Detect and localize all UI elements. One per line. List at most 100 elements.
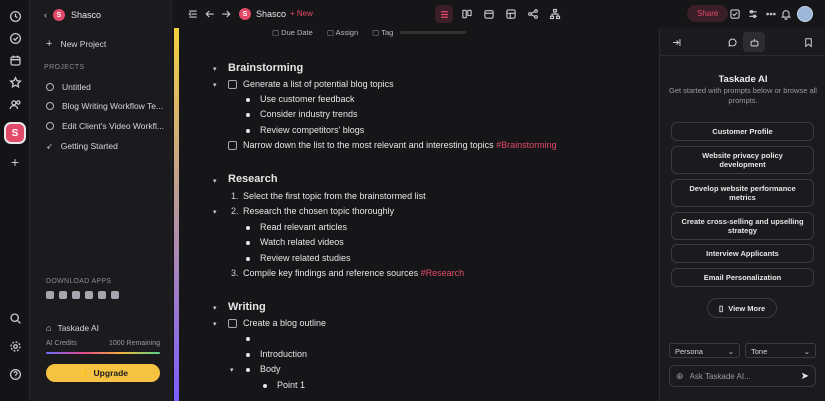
android-icon[interactable] bbox=[85, 291, 93, 299]
people-icon[interactable] bbox=[7, 96, 23, 112]
chat-icon[interactable] bbox=[724, 34, 740, 50]
help-icon[interactable] bbox=[7, 366, 23, 382]
ios-icon[interactable] bbox=[98, 291, 106, 299]
bullet-item[interactable] bbox=[246, 333, 260, 343]
task-checkbox[interactable] bbox=[228, 80, 237, 90]
project-item[interactable]: Untitled bbox=[46, 82, 170, 92]
more-icon[interactable] bbox=[764, 7, 778, 21]
page-title[interactable]: S Shasco bbox=[239, 8, 286, 20]
section-heading[interactable]: Brainstorming bbox=[228, 62, 303, 74]
collapse-caret-icon[interactable]: ▾ bbox=[213, 81, 217, 89]
collapse-caret-icon[interactable]: ▾ bbox=[213, 177, 217, 185]
upgrade-button[interactable]: ⚡ Upgrade bbox=[46, 364, 160, 382]
check-circle-icon[interactable] bbox=[7, 30, 23, 46]
collapse-caret-icon[interactable]: ▾ bbox=[213, 208, 217, 216]
numbered-item[interactable]: 3. Compile key findings and reference sou… bbox=[231, 268, 464, 278]
section-heading[interactable]: Writing bbox=[228, 301, 266, 313]
task-checkbox[interactable] bbox=[228, 141, 237, 151]
send-icon[interactable]: ➤ bbox=[801, 371, 809, 382]
collapse-caret-icon[interactable]: ▾ bbox=[213, 304, 217, 312]
checklist-icon[interactable] bbox=[728, 7, 742, 21]
bullet-item[interactable]: Read relevant articles bbox=[246, 222, 347, 232]
forward-arrow-icon[interactable] bbox=[219, 7, 233, 21]
calendar-icon[interactable] bbox=[7, 52, 23, 68]
hashtag[interactable]: #Research bbox=[421, 268, 465, 278]
persona-select[interactable]: Persona ⌄ bbox=[669, 343, 740, 358]
prompt-button[interactable]: Interview Applicants bbox=[671, 244, 814, 263]
calendar-view-icon[interactable] bbox=[482, 7, 496, 21]
prompt-button[interactable]: Create cross-selling and upselling strat… bbox=[671, 212, 814, 240]
task-checkbox[interactable] bbox=[228, 319, 237, 329]
collapse-caret-icon[interactable]: ▾ bbox=[230, 366, 234, 374]
workspace-switcher[interactable]: ‹ S Shasco bbox=[44, 9, 101, 21]
org-chart-view-icon[interactable] bbox=[548, 7, 562, 21]
windows-icon[interactable] bbox=[72, 291, 80, 299]
ai-agent-icon[interactable] bbox=[743, 32, 765, 52]
star-icon[interactable] bbox=[7, 74, 23, 90]
bell-icon[interactable] bbox=[779, 7, 793, 21]
view-more-button[interactable]: ▯ View More bbox=[707, 298, 777, 318]
bullet-item[interactable]: Review competitors' blogs bbox=[246, 125, 364, 135]
table-view-icon[interactable] bbox=[504, 7, 518, 21]
tag-button[interactable]: Tag bbox=[372, 28, 393, 37]
new-project-button[interactable]: + New Project bbox=[46, 38, 106, 50]
sliders-icon[interactable] bbox=[746, 7, 760, 21]
bullet-item[interactable]: Watch related videos bbox=[246, 237, 344, 247]
assign-button[interactable]: Assign bbox=[327, 28, 359, 37]
task-toolbar: Due Date Assign Tag bbox=[272, 28, 393, 37]
bookmark-icon[interactable] bbox=[800, 34, 816, 50]
bullet-item[interactable]: Consider industry trends bbox=[246, 109, 358, 119]
due-date-button[interactable]: Due Date bbox=[272, 28, 313, 37]
back-arrow-icon[interactable] bbox=[203, 7, 217, 21]
chevron-left-icon[interactable]: ‹ bbox=[44, 10, 47, 20]
mindmap-view-icon[interactable] bbox=[526, 7, 540, 21]
desktop-icon[interactable] bbox=[111, 291, 119, 299]
user-avatar[interactable] bbox=[797, 6, 813, 22]
workspace-avatar[interactable]: S bbox=[4, 122, 26, 144]
task-item[interactable]: Narrow down the list to the most relevan… bbox=[228, 140, 557, 151]
bullet-item[interactable]: Review related studies bbox=[246, 253, 351, 263]
prompt-button[interactable]: Email Personalization bbox=[671, 268, 814, 287]
project-item[interactable]: Blog Writing Workflow Te... bbox=[46, 101, 170, 111]
numbered-item[interactable]: 1. Select the first topic from the brains… bbox=[231, 191, 426, 201]
item-text: Compile key findings and reference sourc… bbox=[243, 268, 419, 278]
add-workspace-icon[interactable]: + bbox=[7, 154, 23, 170]
prompt-button[interactable]: Customer Profile bbox=[671, 122, 814, 141]
new-button[interactable]: + New bbox=[290, 9, 313, 18]
board-view-icon[interactable] bbox=[460, 7, 474, 21]
prompt-button[interactable]: Develop website performance metrics bbox=[671, 179, 814, 207]
chrome-icon[interactable] bbox=[59, 291, 67, 299]
close-panel-icon[interactable] bbox=[668, 34, 684, 50]
section-heading[interactable]: Research bbox=[228, 173, 278, 185]
tone-select[interactable]: Tone ⌄ bbox=[745, 343, 816, 358]
collapse-caret-icon[interactable]: ▾ bbox=[213, 320, 217, 328]
bullet-item[interactable]: Point 1 bbox=[263, 380, 305, 390]
project-item[interactable]: ➶ Getting Started bbox=[46, 141, 170, 151]
share-button[interactable]: Share bbox=[687, 5, 729, 22]
task-item[interactable]: Generate a list of potential blog topics bbox=[228, 79, 394, 90]
clock-icon[interactable] bbox=[7, 8, 23, 24]
search-icon[interactable] bbox=[7, 310, 23, 326]
bullet-item[interactable]: Use customer feedback bbox=[246, 94, 355, 104]
ask-ai-input[interactable] bbox=[689, 371, 790, 381]
bullet-item[interactable]: Introduction bbox=[246, 349, 307, 359]
download-apps-heading: DOWNLOAD APPS bbox=[46, 278, 112, 285]
bullet-dot bbox=[246, 128, 250, 133]
apple-icon[interactable] bbox=[46, 291, 54, 299]
hashtag[interactable]: #Brainstorming bbox=[496, 140, 557, 150]
prompt-button[interactable]: Website privacy policy development bbox=[671, 146, 814, 174]
plus-circle-icon[interactable]: ⊕ bbox=[676, 371, 684, 382]
bullet-item[interactable]: Body bbox=[246, 364, 281, 374]
task-item[interactable]: Create a blog outline bbox=[228, 318, 326, 329]
list-view-icon[interactable] bbox=[435, 5, 453, 23]
numbered-item[interactable]: 2. Research the chosen topic thoroughly bbox=[231, 206, 394, 216]
new-project-label: New Project bbox=[60, 39, 107, 49]
collapse-caret-icon[interactable]: ▾ bbox=[213, 65, 217, 73]
view-more-label: View More bbox=[728, 303, 766, 313]
workspace-badge: S bbox=[239, 8, 251, 20]
collapse-sidebar-icon[interactable] bbox=[186, 7, 200, 21]
project-item[interactable]: Edit Client's Video Workfl... bbox=[46, 121, 170, 131]
ask-ai-box: ⊕ ➤ bbox=[669, 365, 816, 387]
settings-icon[interactable] bbox=[7, 338, 23, 354]
taskade-ai-section: ⌂ Taskade AI bbox=[46, 323, 99, 333]
